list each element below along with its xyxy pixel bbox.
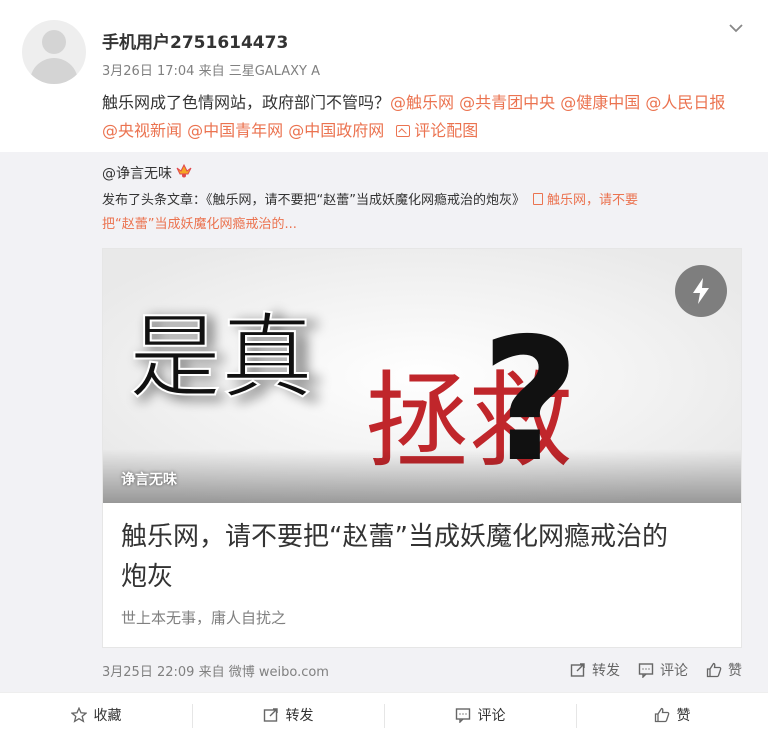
comment-picture-link[interactable]: 评论配图	[414, 121, 478, 140]
repost-user: @诤言无味	[102, 163, 192, 183]
repost-text: 发布了头条文章：《触乐网，请不要把“赵蕾”当成妖魔化网瘾戒治的炮灰》 触乐网，请不…	[102, 189, 742, 237]
thumbs-up-icon	[706, 662, 722, 678]
forward-icon	[570, 663, 585, 677]
article-cover-image: 是真 是真 拯救 ? 诤言无味	[103, 249, 741, 503]
comment-label: 评论	[477, 707, 506, 724]
mention-link[interactable]: @触乐网	[390, 93, 454, 112]
cover-text-left: 是真	[129, 304, 313, 411]
article-subtitle: 世上本无事，庸人自扰之	[121, 609, 287, 627]
article-title-line1: 触乐网，请不要把“赵蕾”当成妖魔化网瘾戒治的	[121, 522, 668, 552]
like-button[interactable]: 赞	[576, 693, 768, 736]
repost-like-button[interactable]: 赞	[706, 660, 742, 680]
post-username[interactable]: 手机用户2751614473	[102, 28, 288, 53]
repost-label: 转发	[285, 707, 314, 724]
repost-source: 微博 weibo.com	[228, 665, 329, 680]
post-source-prefix: 来自	[198, 64, 225, 79]
article-icon	[532, 193, 543, 205]
repost-button[interactable]: 转发	[192, 693, 384, 736]
repost-time-value[interactable]: 3月25日 22:09	[102, 665, 194, 680]
thumbs-up-icon	[654, 707, 669, 722]
repost-source-prefix: 来自	[198, 665, 225, 680]
comment-button[interactable]: 评论	[384, 693, 576, 736]
mention-link[interactable]: @中国政府网	[288, 121, 384, 140]
post: 手机用户2751614473 3月26日 17:04 来自 三星GALAXY A…	[0, 0, 768, 152]
post-meta: 3月26日 17:04 来自 三星GALAXY A	[102, 60, 320, 79]
mention-link[interactable]: @健康中国	[560, 93, 640, 112]
post-text: 触乐网成了色情网站，政府部门不管吗？@触乐网 @共青团中央 @健康中国 @人民日…	[102, 89, 742, 145]
repost-box: @诤言无味 发布了头条文章：《触乐网，请不要把“赵蕾”当成妖魔化网瘾戒治的炮灰》…	[0, 152, 768, 692]
star-icon	[70, 706, 87, 723]
repost-time: 3月25日 22:09 来自 微博 weibo.com	[102, 661, 329, 680]
mention-link[interactable]: @央视新闻	[102, 121, 182, 140]
forward-icon	[263, 707, 278, 722]
repost-comment-button[interactable]: 评论	[638, 660, 688, 680]
chevron-down-icon[interactable]	[728, 20, 744, 36]
repost-footer: 3月25日 22:09 来自 微博 weibo.com 转发 评论 赞	[102, 660, 742, 680]
post-device: 三星GALAXY A	[228, 64, 320, 79]
forward-label: 转发	[592, 663, 620, 679]
post-time[interactable]: 3月26日 17:04	[102, 64, 194, 79]
repost-username[interactable]: @诤言无味	[102, 166, 172, 182]
like-label: 赞	[728, 663, 742, 679]
article-link-cont[interactable]: 把“赵蕾”当成妖魔化网瘾戒治的...	[102, 217, 297, 232]
repost-actions: 转发 评论 赞	[570, 660, 742, 680]
mention-link[interactable]: @共青团中央	[459, 93, 555, 112]
bottom-action-bar: 收藏 转发 评论 赞	[0, 692, 768, 736]
lightning-icon[interactable]	[675, 265, 727, 317]
avatar[interactable]	[22, 20, 86, 84]
comment-icon	[455, 707, 470, 723]
mention-link[interactable]: @人民日报	[645, 93, 725, 112]
cover-author-badge: 诤言无味	[121, 472, 177, 488]
mention-link[interactable]: @中国青年网	[187, 121, 283, 140]
favorite-label: 收藏	[93, 707, 122, 724]
article-card[interactable]: 是真 是真 拯救 ? 诤言无味 触乐网，请不要把“赵蕾”当成妖魔化网瘾戒治的 炮…	[102, 248, 742, 648]
like-label: 赞	[676, 707, 691, 724]
article-title[interactable]: 触乐网，请不要把“赵蕾”当成妖魔化网瘾戒治的 炮灰	[121, 517, 721, 597]
post-text-plain: 触乐网成了色情网站，政府部门不管吗？	[102, 93, 391, 112]
article-title-line2: 炮灰	[121, 562, 174, 592]
article-link[interactable]: 触乐网，请不要	[547, 193, 638, 208]
repost-forward-button[interactable]: 转发	[570, 660, 620, 680]
favorite-button[interactable]: 收藏	[0, 693, 192, 736]
avatar-head-shape	[42, 30, 66, 54]
vip-crown-icon	[176, 163, 192, 181]
comment-icon	[638, 663, 654, 678]
avatar-body-shape	[30, 58, 78, 84]
image-icon	[396, 125, 411, 137]
repost-text-prefix: 发布了头条文章：《触乐网，请不要把“赵蕾”当成妖魔化网瘾戒治的炮灰》	[102, 193, 525, 208]
comment-label: 评论	[660, 663, 688, 679]
